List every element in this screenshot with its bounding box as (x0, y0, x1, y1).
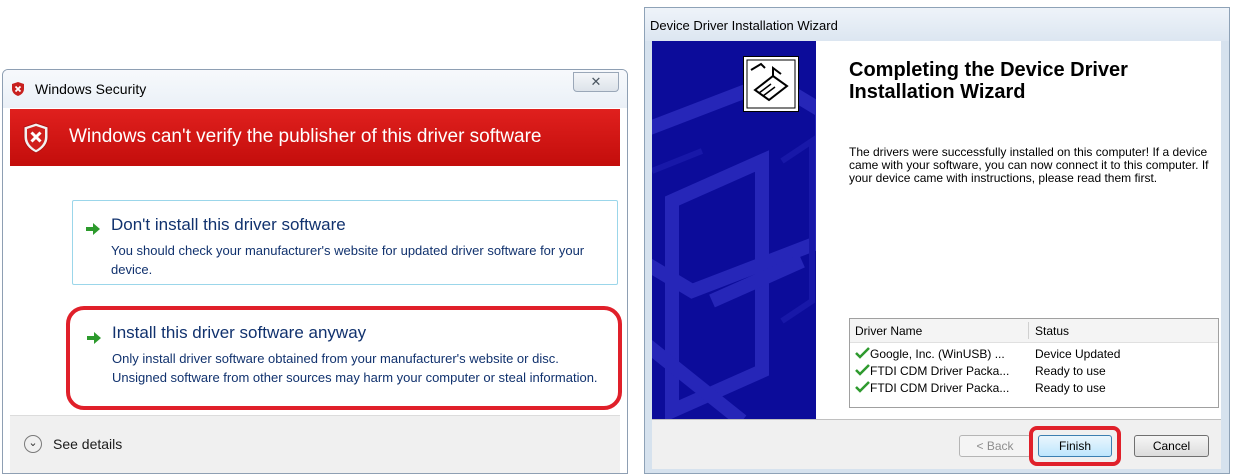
finish-button[interactable]: Finish (1038, 435, 1112, 457)
option-description: Only install driver software obtained fr… (112, 351, 598, 385)
driver-name: FTDI CDM Driver Packa... (870, 364, 1010, 378)
table-row: FTDI CDM Driver Packa... Ready to use (850, 363, 1218, 380)
check-icon (855, 347, 870, 359)
hardware-install-icon (743, 56, 799, 112)
table-row: Google, Inc. (WinUSB) ... Device Updated (850, 346, 1218, 363)
wizard-side-panel (652, 41, 816, 419)
wizard-heading: Completing the Device Driver Installatio… (849, 59, 1128, 103)
driver-name: Google, Inc. (WinUSB) ... (870, 347, 1005, 361)
driver-status: Device Updated (1035, 347, 1121, 361)
wizard-client: Completing the Device Driver Installatio… (652, 41, 1221, 469)
column-header-status[interactable]: Status (1035, 324, 1069, 338)
back-button[interactable]: < Back (959, 435, 1031, 457)
column-divider[interactable] (1028, 322, 1029, 339)
check-icon (855, 381, 870, 393)
option-title: Install this driver software anyway (112, 323, 367, 342)
dialog-title: Windows Security (35, 81, 147, 97)
options-area: Don't install this driver software You s… (10, 166, 622, 415)
install-anyway-option[interactable]: Install this driver software anyway Only… (66, 306, 622, 410)
option-title: Don't install this driver software (111, 215, 346, 234)
wizard-title: Device Driver Installation Wizard (650, 18, 838, 33)
warning-message: Windows can't verify the publisher of th… (69, 126, 542, 147)
driver-name: FTDI CDM Driver Packa... (870, 381, 1010, 395)
shield-x-icon (23, 122, 49, 154)
see-details-toggle[interactable]: ⌄ (24, 435, 42, 453)
wizard-main: Completing the Device Driver Installatio… (816, 41, 1221, 419)
windows-security-dialog: Windows Security ✕ Windows can't verify … (2, 69, 628, 474)
chevron-down-icon: ⌄ (28, 437, 38, 449)
shield-x-icon (12, 82, 24, 96)
check-icon (855, 364, 870, 376)
green-arrow-icon (87, 332, 101, 344)
driver-status: Ready to use (1035, 364, 1106, 378)
title-bar: Windows Security ✕ (3, 70, 627, 108)
wizard-button-bar: < Back Finish Cancel (652, 419, 1221, 469)
title-bar: Device Driver Installation Wizard (645, 8, 1229, 41)
column-header-driver-name[interactable]: Driver Name (855, 324, 922, 338)
cancel-button[interactable]: Cancel (1134, 435, 1209, 457)
warning-banner: Windows can't verify the publisher of th… (10, 109, 620, 166)
option-description: You should check your manufacturer's web… (111, 243, 585, 277)
green-arrow-icon (86, 223, 100, 235)
close-icon: ✕ (590, 74, 602, 89)
driver-status: Ready to use (1035, 381, 1106, 395)
table-header: Driver Name Status (850, 319, 1218, 343)
dialog-footer: ⌄ See details (10, 415, 620, 473)
see-details-label[interactable]: See details (53, 436, 122, 452)
wizard-body-text: The drivers were successfully installed … (849, 145, 1209, 185)
close-button[interactable]: ✕ (573, 72, 619, 92)
table-row: FTDI CDM Driver Packa... Ready to use (850, 380, 1218, 397)
dont-install-option[interactable]: Don't install this driver software You s… (72, 200, 618, 285)
driver-install-wizard: Device Driver Installation Wizard Comple… (644, 7, 1230, 474)
driver-status-table: Driver Name Status Google, Inc. (WinUSB)… (849, 318, 1219, 408)
